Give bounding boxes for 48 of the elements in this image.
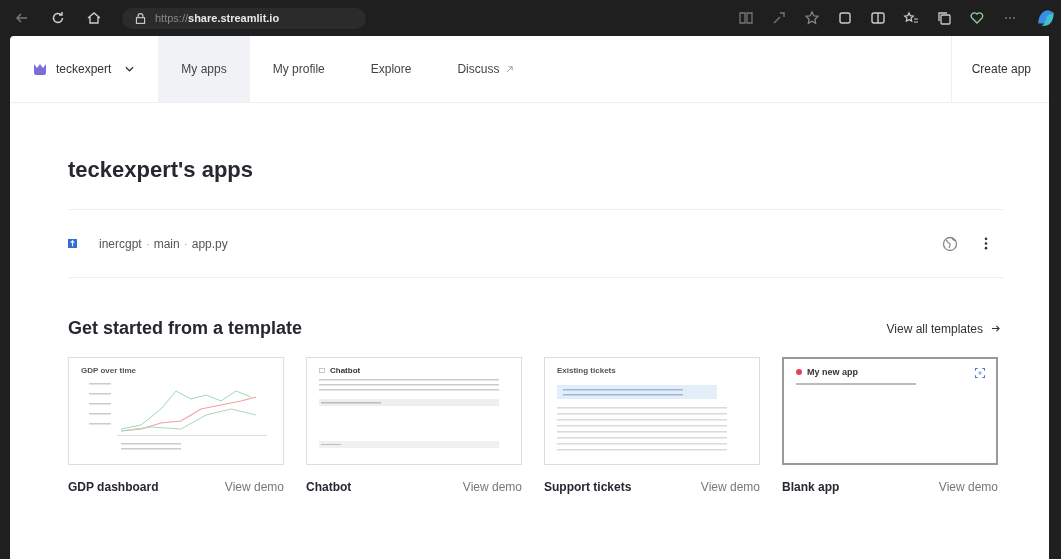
reader-icon[interactable]: [738, 10, 754, 26]
template-preview[interactable]: GDP over time: [68, 357, 284, 465]
split-screen-icon[interactable]: [870, 10, 886, 26]
view-demo-link[interactable]: View demo: [224, 480, 284, 494]
heart-icon[interactable]: [969, 10, 985, 26]
create-app-button[interactable]: Create app: [950, 36, 1049, 102]
app-icon: [68, 239, 77, 248]
view-demo-link[interactable]: View demo: [700, 480, 760, 494]
favorites-icon[interactable]: [903, 10, 919, 26]
nav-tab[interactable]: My profile: [249, 36, 348, 102]
view-demo-link[interactable]: View demo: [938, 480, 998, 494]
collections-icon[interactable]: [936, 10, 952, 26]
url-text: https://share.streamlit.io: [155, 12, 280, 24]
copilot-icon[interactable]: [1035, 7, 1057, 29]
fullscreen-icon: [974, 367, 986, 379]
preview-title: My new app: [807, 367, 858, 377]
refresh-icon[interactable]: [50, 10, 66, 26]
chat-icon: [319, 367, 325, 374]
template-preview[interactable]: Existing tickets: [544, 357, 760, 465]
preview-title: Chatbot: [330, 366, 361, 375]
template-name: Support tickets: [544, 480, 632, 494]
template-name: Chatbot: [306, 480, 352, 494]
section-heading: Get started from a template: [68, 318, 303, 339]
app-row[interactable]: inercgpt · main · app.py: [68, 210, 1004, 277]
arrow-right-icon: [991, 324, 1000, 333]
more-menu-icon[interactable]: [984, 237, 988, 250]
address-bar[interactable]: https://share.streamlit.io: [122, 7, 366, 29]
chevron-down-icon: [125, 66, 135, 72]
lock-icon: [134, 11, 147, 25]
nav-tab[interactable]: My apps: [158, 36, 250, 102]
template-name: Blank app: [782, 480, 840, 494]
balloon-icon: [796, 369, 802, 375]
workspace-switcher[interactable]: teckexpert: [10, 36, 159, 102]
preview-title: GDP over time: [81, 366, 136, 375]
preview-title: Existing tickets: [557, 366, 616, 375]
view-all-templates-link[interactable]: View all templates: [886, 321, 1004, 336]
page-title: teckexpert's apps: [68, 103, 1004, 210]
template-name: GDP dashboard: [68, 480, 159, 494]
extension-icon[interactable]: [837, 10, 853, 26]
read-aloud-icon[interactable]: [771, 10, 787, 26]
home-icon[interactable]: [86, 10, 102, 26]
app-path: inercgpt · main · app.py: [99, 236, 228, 251]
template-preview[interactable]: My new app: [782, 357, 998, 465]
view-demo-link[interactable]: View demo: [462, 480, 522, 494]
template-preview[interactable]: Chatbot: [306, 357, 522, 465]
star-icon[interactable]: [804, 10, 820, 26]
nav-tab[interactable]: Discuss: [434, 36, 538, 102]
nav-tab[interactable]: Explore: [347, 36, 435, 102]
